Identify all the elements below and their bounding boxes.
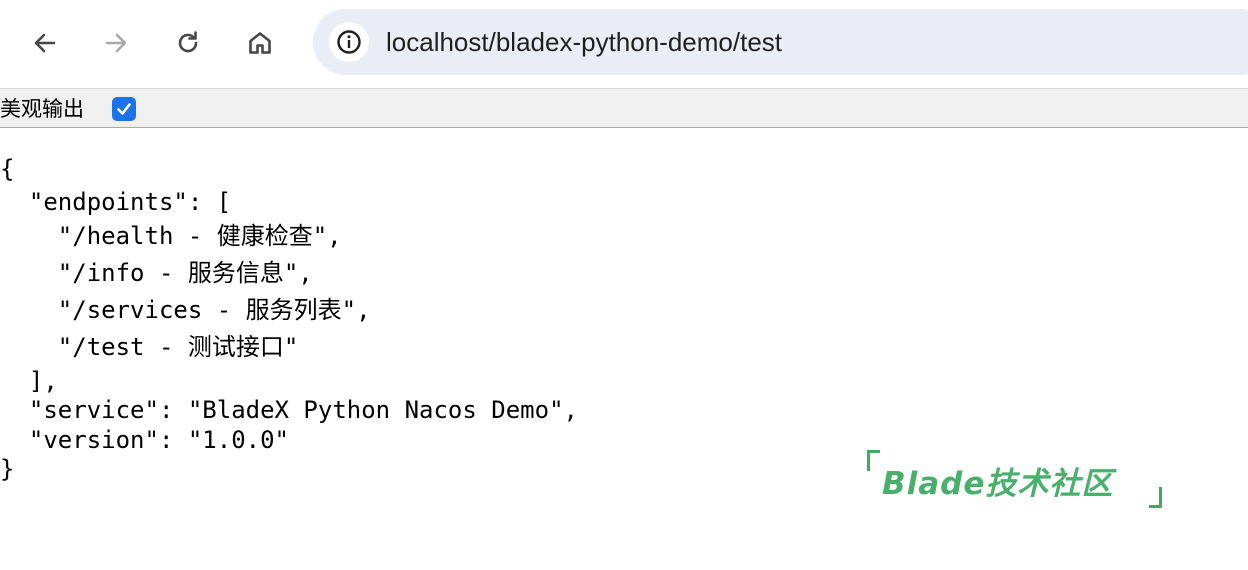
watermark-corner-top-left <box>867 450 880 471</box>
browser-toolbar: localhost/bladex-python-demo/test <box>0 0 1248 88</box>
watermark: Blade技术社区 <box>862 446 1164 510</box>
json-line: "/health - 健康检查", <box>0 222 342 250</box>
json-line: } <box>0 455 15 483</box>
json-line: "/services - 服务列表", <box>0 296 371 324</box>
watermark-text: Blade技术社区 <box>882 466 1114 502</box>
home-icon <box>249 32 271 54</box>
reload-icon <box>178 31 198 53</box>
back-button[interactable] <box>23 21 67 65</box>
json-line: "endpoints": [ <box>0 188 232 216</box>
reload-button[interactable] <box>166 21 210 65</box>
watermark-corner-bottom-right <box>1149 487 1162 508</box>
json-viewer-toolbar: 美观输出 <box>0 88 1248 128</box>
pretty-print-label: 美观输出 <box>0 97 84 121</box>
arrow-right-icon <box>105 33 127 53</box>
json-line: "/test - 测试接口" <box>0 333 299 361</box>
json-content: { "endpoints": [ "/health - 健康检查", "/inf… <box>0 152 578 483</box>
json-line: { <box>0 155 15 183</box>
info-icon <box>337 30 361 54</box>
json-line: "/info - 服务信息", <box>0 259 313 287</box>
home-button[interactable] <box>238 21 282 65</box>
forward-button[interactable] <box>94 21 138 65</box>
checkmark-icon <box>117 103 131 115</box>
url-text[interactable]: localhost/bladex-python-demo/test <box>386 26 782 58</box>
pretty-print-checkbox[interactable] <box>112 97 136 121</box>
arrow-left-icon <box>34 33 56 53</box>
address-bar[interactable]: localhost/bladex-python-demo/test <box>313 9 1248 75</box>
site-info-button[interactable] <box>329 22 369 62</box>
json-line: "service": "BladeX Python Nacos Demo", <box>0 396 578 424</box>
json-line: "version": "1.0.0" <box>0 426 289 454</box>
